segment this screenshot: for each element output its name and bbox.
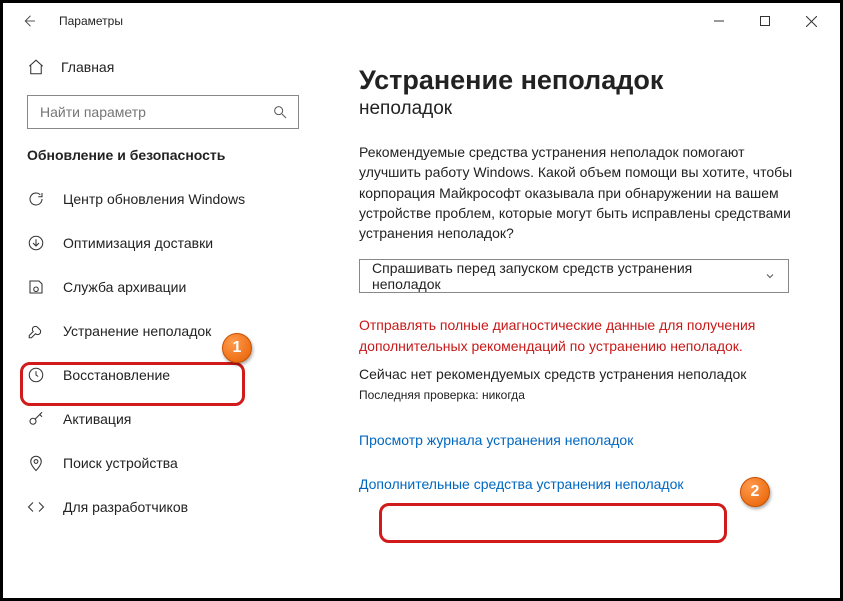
window-title: Параметры bbox=[59, 14, 123, 28]
minimize-button[interactable] bbox=[696, 6, 742, 36]
sidebar-item-windows-update[interactable]: Центр обновления Windows bbox=[3, 177, 323, 221]
sidebar: Главная Обновление и безопасность Центр … bbox=[3, 39, 323, 598]
close-button[interactable] bbox=[788, 6, 834, 36]
nav-label: Поиск устройства bbox=[63, 455, 178, 471]
page-subtitle: неполадок bbox=[359, 98, 804, 120]
diagnostic-warning[interactable]: Отправлять полные диагностические данные… bbox=[359, 315, 799, 356]
sidebar-item-recovery[interactable]: Восстановление bbox=[3, 353, 323, 397]
back-button[interactable] bbox=[15, 7, 43, 35]
refresh-icon bbox=[27, 190, 45, 208]
no-recommended-text: Сейчас нет рекомендуемых средств устране… bbox=[359, 366, 804, 382]
sidebar-item-developers[interactable]: Для разработчиков bbox=[3, 485, 323, 529]
backup-icon bbox=[27, 278, 45, 296]
download-icon bbox=[27, 234, 45, 252]
recovery-icon bbox=[27, 366, 45, 384]
window-controls bbox=[696, 6, 834, 36]
maximize-button[interactable] bbox=[742, 6, 788, 36]
dropdown-label: Спрашивать перед запуском средств устран… bbox=[372, 260, 764, 292]
sidebar-item-troubleshoot[interactable]: Устранение неполадок bbox=[3, 309, 323, 353]
link-troubleshoot-history[interactable]: Просмотр журнала устранения неполадок bbox=[359, 432, 633, 448]
sidebar-item-delivery-optimization[interactable]: Оптимизация доставки bbox=[3, 221, 323, 265]
search-icon bbox=[272, 104, 288, 120]
sidebar-item-find-device[interactable]: Поиск устройства bbox=[3, 441, 323, 485]
sidebar-section-label: Обновление и безопасность bbox=[3, 147, 323, 177]
nav-label: Устранение неполадок bbox=[63, 323, 211, 339]
link-additional-troubleshooters[interactable]: Дополнительные средства устранения непол… bbox=[359, 476, 684, 492]
nav-label: Центр обновления Windows bbox=[63, 191, 245, 207]
nav-label: Оптимизация доставки bbox=[63, 235, 213, 251]
search-field[interactable] bbox=[38, 103, 272, 121]
location-icon bbox=[27, 454, 45, 472]
page-description: Рекомендуемые средства устранения непола… bbox=[359, 142, 804, 243]
home-label: Главная bbox=[61, 59, 114, 75]
main-content: Устранение неполадок неполадок Рекоменду… bbox=[323, 39, 840, 598]
code-icon bbox=[27, 498, 45, 516]
sidebar-item-backup[interactable]: Служба архивации bbox=[3, 265, 323, 309]
nav-label: Активация bbox=[63, 411, 131, 427]
sidebar-item-activation[interactable]: Активация bbox=[3, 397, 323, 441]
search-input[interactable] bbox=[27, 95, 299, 129]
chevron-down-icon bbox=[764, 270, 776, 282]
page-title: Устранение неполадок bbox=[359, 65, 804, 96]
last-check-text: Последняя проверка: никогда bbox=[359, 388, 804, 402]
wrench-icon bbox=[27, 322, 45, 340]
nav-label: Восстановление bbox=[63, 367, 170, 383]
troubleshoot-frequency-dropdown[interactable]: Спрашивать перед запуском средств устран… bbox=[359, 259, 789, 293]
nav-label: Служба архивации bbox=[63, 279, 186, 295]
nav-label: Для разработчиков bbox=[63, 499, 188, 515]
sidebar-item-home[interactable]: Главная bbox=[3, 47, 323, 87]
title-bar: Параметры bbox=[3, 3, 840, 39]
key-icon bbox=[27, 410, 45, 428]
home-icon bbox=[27, 58, 45, 76]
